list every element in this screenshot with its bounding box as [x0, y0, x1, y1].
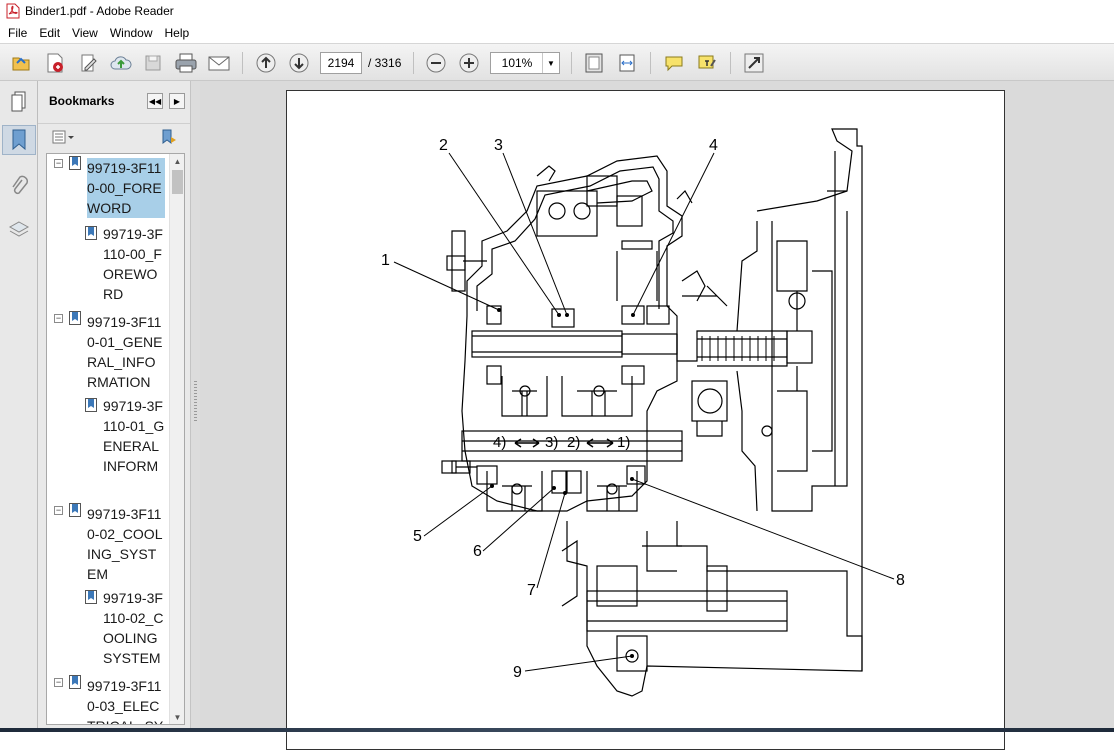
bookmark-item[interactable]: 99719-3F110-01_GENERAL INFORM	[103, 396, 165, 476]
next-page-icon[interactable]	[286, 51, 312, 75]
callout-9: 9	[513, 664, 522, 681]
callout-4: 4	[709, 137, 718, 154]
callout-1: 1	[381, 252, 390, 269]
gear-label-3: 3)	[545, 434, 559, 451]
toolbar-separator	[730, 52, 731, 74]
bookmark-tree: − 99719-3F110-00_FOREWORD 99719-3F110-00…	[46, 153, 185, 725]
zoom-out-icon[interactable]	[423, 51, 449, 75]
zoom-value: 101%	[501, 56, 533, 70]
bookmarks-panel: Bookmarks ◀◀ ▶ − 99719-3F110-00_FOREWORD…	[38, 81, 190, 732]
title-bar: Binder1.pdf - Adobe Reader	[0, 0, 1114, 22]
menu-bar: File Edit View Window Help	[0, 22, 1114, 43]
zoom-select[interactable]: 101% ▼	[490, 52, 560, 74]
collapse-toggle-icon[interactable]: −	[54, 506, 63, 515]
scroll-down-icon[interactable]: ▼	[170, 710, 184, 724]
callout-8: 8	[896, 572, 905, 589]
create-pdf-icon[interactable]	[42, 51, 68, 75]
toolbar-separator	[413, 52, 414, 74]
scroll-up-icon[interactable]: ▲	[170, 154, 184, 168]
toolbar-separator	[650, 52, 651, 74]
bookmarks-header: Bookmarks ◀◀ ▶	[38, 81, 190, 123]
menu-help[interactable]: Help	[159, 24, 196, 42]
layers-icon[interactable]	[4, 215, 34, 245]
bookmark-item[interactable]: 99719-3F110-01_GENERAL_INFORMATION	[87, 312, 165, 392]
highlight-icon[interactable]	[694, 51, 720, 75]
panel-forward-icon[interactable]: ▶	[169, 93, 185, 109]
menu-file[interactable]: File	[2, 24, 33, 42]
callout-7: 7	[527, 582, 536, 599]
menu-edit[interactable]: Edit	[33, 24, 66, 42]
bookmark-item[interactable]: 99719-3F110-02_COOLING_SYSTEM	[87, 504, 165, 584]
splitter-grip[interactable]	[194, 381, 197, 421]
gear-label-4: 4)	[493, 434, 507, 451]
bookmarks-panel-icon[interactable]	[2, 125, 36, 155]
page-number-input[interactable]: 2194	[320, 52, 362, 74]
callout-5: 5	[413, 528, 422, 545]
print-icon[interactable]	[173, 51, 199, 75]
menu-window[interactable]: Window	[104, 24, 159, 42]
zoom-in-icon[interactable]	[456, 51, 482, 75]
bookmark-item[interactable]: 99719-3F110-03_ELECTRICAL_SYST	[87, 676, 165, 724]
scroll-thumb[interactable]	[172, 170, 183, 194]
panel-splitter[interactable]	[190, 81, 200, 732]
bookmark-item[interactable]: 99719-3F110-02_COOLING SYSTEM	[103, 588, 165, 668]
email-icon[interactable]	[206, 51, 232, 75]
pdf-file-icon	[6, 3, 20, 19]
toolbar-separator	[571, 52, 572, 74]
save-icon[interactable]	[140, 51, 166, 75]
attachments-icon[interactable]	[4, 171, 34, 201]
toolbar: 2194 / 3316 101% ▼	[0, 43, 1114, 81]
menu-view[interactable]: View	[66, 24, 104, 42]
navigation-rail	[0, 81, 38, 732]
bookmark-icon	[69, 503, 81, 517]
new-bookmark-icon[interactable]	[160, 128, 178, 149]
callout-6: 6	[473, 543, 482, 560]
expand-icon[interactable]	[741, 51, 767, 75]
collapse-toggle-icon[interactable]: −	[54, 678, 63, 687]
collapse-left-icon[interactable]: ◀◀	[147, 93, 163, 109]
bookmark-icon	[69, 156, 81, 170]
options-menu-icon[interactable]	[52, 130, 74, 147]
document-view[interactable]: 1 2 3 4 5 6 7 8 9 4) 3) 2) 1)	[200, 81, 1114, 750]
bookmark-icon	[69, 675, 81, 689]
previous-page-icon[interactable]	[253, 51, 279, 75]
bookmark-item[interactable]: 99719-3F110-00_FOREWORD	[103, 224, 165, 304]
taskbar-edge	[0, 728, 1114, 732]
bookmarks-toolbar	[38, 123, 190, 151]
page-total: / 3316	[368, 56, 402, 70]
page-thumbnails-icon[interactable]	[4, 87, 34, 117]
cloud-upload-icon[interactable]	[108, 51, 134, 75]
bookmark-icon	[85, 226, 97, 240]
transmission-diagram	[393, 128, 895, 697]
gear-label-2: 2)	[567, 434, 581, 451]
bookmark-icon	[85, 398, 97, 412]
toolbar-separator	[242, 52, 243, 74]
bookmark-icon	[85, 590, 97, 604]
window-title: Binder1.pdf - Adobe Reader	[25, 4, 174, 18]
callout-2: 2	[439, 137, 448, 154]
collapse-toggle-icon[interactable]: −	[54, 159, 63, 168]
bookmarks-title: Bookmarks	[49, 94, 115, 108]
bookmark-item[interactable]: 99719-3F110-00_FOREWORD	[87, 158, 165, 218]
collapse-toggle-icon[interactable]: −	[54, 314, 63, 323]
bookmark-scrollbar[interactable]: ▲ ▼	[169, 154, 184, 724]
bookmark-icon	[69, 311, 81, 325]
comment-icon[interactable]	[661, 51, 687, 75]
callout-3: 3	[494, 137, 503, 154]
gear-label-1: 1)	[617, 434, 631, 451]
open-icon[interactable]	[8, 51, 34, 75]
chevron-down-icon[interactable]: ▼	[542, 53, 559, 73]
edit-icon[interactable]	[76, 51, 102, 75]
fit-width-icon[interactable]	[614, 51, 640, 75]
pdf-page: 1 2 3 4 5 6 7 8 9 4) 3) 2) 1)	[286, 90, 1005, 750]
fit-page-icon[interactable]	[581, 51, 607, 75]
